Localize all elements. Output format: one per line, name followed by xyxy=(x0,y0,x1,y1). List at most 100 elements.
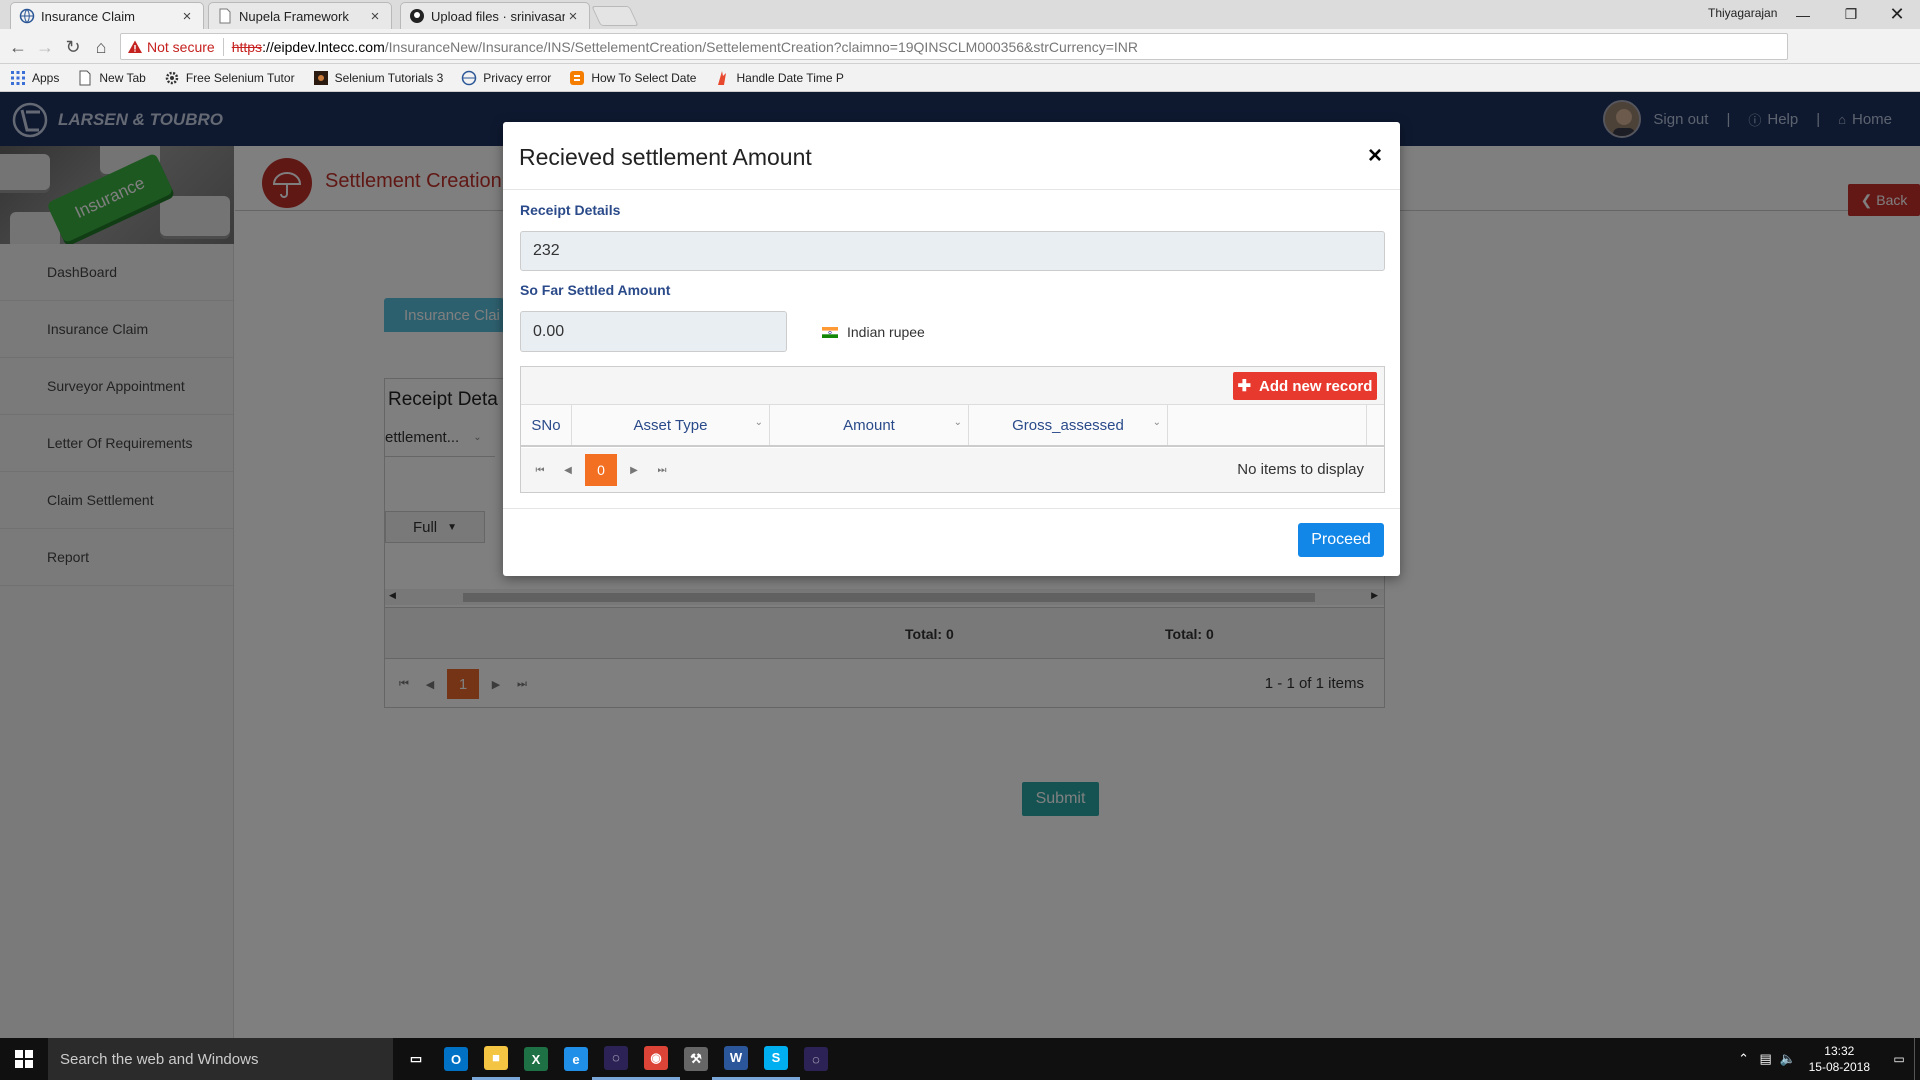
grid-pager: ⏮ ◀ 0 ▶ ⏭ No items to display xyxy=(521,448,1384,492)
column-header-asset-type[interactable]: Asset Type ⌄ xyxy=(572,405,770,445)
close-icon[interactable]: × xyxy=(565,8,581,25)
taskbar-search-input[interactable]: Search the web and Windows xyxy=(48,1038,393,1080)
eclipse-icon: ◌ xyxy=(604,1045,628,1070)
column-label: SNo xyxy=(531,416,561,434)
url-host: ://eipdev.lntecc.com xyxy=(262,38,385,55)
bookmark-free-selenium[interactable]: Free Selenium Tutor xyxy=(164,70,295,86)
close-icon[interactable]: × xyxy=(1368,142,1382,170)
window-close-icon[interactable]: ✕ xyxy=(1874,0,1920,29)
chevron-down-icon[interactable]: ⌄ xyxy=(954,417,962,428)
url-scheme: https xyxy=(231,38,263,55)
warning-icon[interactable] xyxy=(127,39,143,55)
address-toolbar: ← → ↻ ⌂ Not secure https://eipdev.lntecc… xyxy=(0,29,1920,84)
column-header-amount[interactable]: Amount ⌄ xyxy=(770,405,969,445)
bookmark-how-to-select-date[interactable]: How To Select Date xyxy=(569,70,696,86)
tab-nupela-framework[interactable]: Nupela Framework × xyxy=(208,2,392,29)
chrome-icon: ◉ xyxy=(644,1045,668,1070)
blogger-icon xyxy=(570,70,585,85)
plus-icon: ✚ xyxy=(1237,378,1252,395)
next-page-icon[interactable]: ▶ xyxy=(620,465,648,476)
clock[interactable]: 13:32 15-08-2018 xyxy=(1809,1043,1870,1075)
last-page-icon[interactable]: ⏭ xyxy=(648,465,676,476)
new-tab-button[interactable] xyxy=(591,6,639,26)
bookmark-label: Privacy error xyxy=(483,70,552,85)
grid-toolbar: ✚ Add new record xyxy=(521,367,1384,405)
url-bar[interactable]: Not secure https://eipdev.lntecc.com/Ins… xyxy=(120,33,1788,60)
outlook-icon: O xyxy=(444,1047,468,1071)
show-desktop-button[interactable] xyxy=(1914,1038,1920,1080)
task-view-icon: ▭ xyxy=(404,1047,428,1071)
column-header-sno[interactable]: SNo xyxy=(521,405,572,445)
security-label[interactable]: Not secure xyxy=(147,39,215,55)
modal-footer: Proceed xyxy=(503,508,1400,576)
bookmark-label: Selenium Tutorials 3 xyxy=(334,70,444,85)
volume-muted-icon[interactable]: 🔈 xyxy=(1777,1051,1799,1067)
forward-arrow-icon[interactable]: → xyxy=(33,35,57,59)
bookmark-selenium-tutorials[interactable]: Selenium Tutorials 3 xyxy=(313,70,444,86)
currency-indicator: Indian rupee xyxy=(822,324,925,340)
system-tray: ⌃ ▤ 🔈 13:32 15-08-2018 ▭ xyxy=(1733,1038,1920,1080)
taskbar-app-eclipse-2[interactable]: ◌ xyxy=(792,1038,840,1080)
github-icon xyxy=(410,9,424,23)
india-flag-icon xyxy=(822,326,838,338)
prev-page-icon[interactable]: ◀ xyxy=(554,465,582,476)
notification-icon[interactable]: ▭ xyxy=(1884,1038,1914,1080)
window-user-name[interactable]: Thiyagarajan xyxy=(1708,6,1777,20)
windows-start-icon[interactable] xyxy=(0,1038,48,1080)
back-arrow-icon[interactable]: ← xyxy=(6,35,30,59)
chevron-up-icon[interactable]: ⌃ xyxy=(1733,1051,1755,1067)
column-header-actions xyxy=(1168,405,1367,445)
bookmark-label: How To Select Date xyxy=(591,70,697,85)
reload-icon[interactable]: ↻ xyxy=(61,35,85,59)
clock-time: 13:32 xyxy=(1824,1044,1855,1058)
web-page: LARSEN & TOUBRO Sign out | ⓘ Help | ⌂ Ho… xyxy=(0,92,1920,1038)
current-page[interactable]: 0 xyxy=(585,454,617,486)
file-explorer-icon: ■ xyxy=(484,1045,508,1070)
tab-upload-files[interactable]: Upload files · srinivasanG × xyxy=(400,2,590,29)
page-icon xyxy=(219,8,231,24)
network-icon[interactable]: ▤ xyxy=(1755,1051,1777,1067)
word-icon: W xyxy=(724,1045,748,1070)
tab-title: Nupela Framework xyxy=(239,8,349,24)
bookmark-label: New Tab xyxy=(99,70,146,85)
settled-amount-field[interactable]: 0.00 xyxy=(520,311,787,352)
column-label: Amount xyxy=(843,416,895,434)
minimize-icon[interactable]: — xyxy=(1780,0,1826,29)
chevron-down-icon[interactable]: ⌄ xyxy=(1153,417,1161,428)
currency-label: Indian rupee xyxy=(847,324,925,340)
add-record-label: Add new record xyxy=(1259,377,1373,395)
close-icon[interactable]: × xyxy=(179,8,195,25)
close-icon[interactable]: × xyxy=(367,8,383,25)
home-icon[interactable]: ⌂ xyxy=(89,35,113,59)
first-page-icon[interactable]: ⏮ xyxy=(526,465,554,476)
divider xyxy=(222,37,224,56)
bookmark-apps[interactable]: Apps xyxy=(10,70,59,86)
scrollbar-gutter xyxy=(1367,405,1384,445)
globe-icon xyxy=(462,70,477,85)
settlement-records-grid: ✚ Add new record SNo Asset Type ⌄ Amount… xyxy=(520,366,1385,493)
add-new-record-button[interactable]: ✚ Add new record xyxy=(1233,372,1377,400)
tab-title: Upload files · srinivasanG xyxy=(431,8,565,24)
bookmark-new-tab[interactable]: New Tab xyxy=(77,70,146,86)
chevron-down-icon[interactable]: ⌄ xyxy=(755,417,763,428)
restore-icon[interactable]: ❐ xyxy=(1828,0,1874,29)
windows-taskbar: Search the web and Windows ▭ O ■ Xe ◌ ◉ ⚒ W S ◌ ⌃… xyxy=(0,1038,1920,1080)
skype-icon: S xyxy=(764,1045,788,1070)
bookmark-privacy-error[interactable]: Privacy error xyxy=(461,70,551,86)
excel-icon: X xyxy=(524,1047,548,1071)
flame-icon xyxy=(718,70,727,85)
bookmark-handle-date-time[interactable]: Handle Date Time P xyxy=(714,70,844,86)
modal-title: Recieved settlement Amount xyxy=(519,144,812,170)
grid-header-row: SNo Asset Type ⌄ Amount ⌄ Gross_assessed… xyxy=(521,405,1384,447)
modal-header: Recieved settlement Amount × xyxy=(503,122,1400,190)
tab-insurance-claim[interactable]: Insurance Claim × xyxy=(10,2,204,29)
globe-icon xyxy=(19,8,35,24)
bookmark-label: Free Selenium Tutor xyxy=(185,70,295,85)
dark-square-icon xyxy=(313,70,328,85)
column-header-gross-assessed[interactable]: Gross_assessed ⌄ xyxy=(969,405,1168,445)
receipt-details-label: Receipt Details xyxy=(520,202,621,218)
browser-tab-strip: Insurance Claim × Nupela Framework × Upl… xyxy=(0,0,1920,29)
column-label: Gross_assessed xyxy=(1012,416,1124,434)
receipt-details-field[interactable]: 232 xyxy=(520,231,1385,271)
proceed-button[interactable]: Proceed xyxy=(1298,523,1384,557)
